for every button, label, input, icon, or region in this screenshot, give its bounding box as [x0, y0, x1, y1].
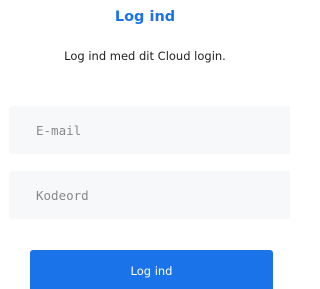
page-title: Log ind: [114, 9, 176, 25]
page-subtitle: Log ind med dit Cloud login.: [64, 49, 226, 63]
login-button[interactable]: Log ind: [30, 250, 273, 289]
password-field[interactable]: [9, 171, 290, 219]
login-screen: Log ind Log ind med dit Cloud login. Log…: [0, 0, 290, 289]
email-field[interactable]: [9, 106, 290, 154]
